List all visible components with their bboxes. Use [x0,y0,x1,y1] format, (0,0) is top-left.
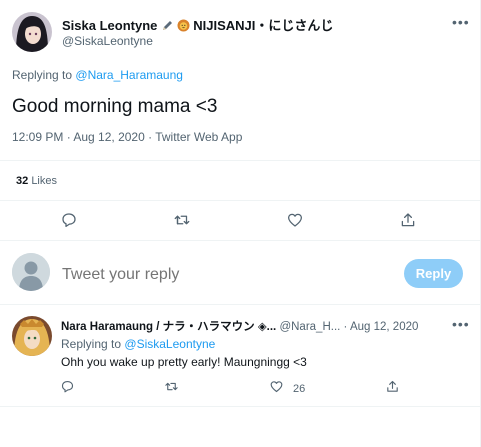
reply-icon[interactable] [60,379,75,394]
reply-input[interactable] [62,265,362,285]
replying-to-link[interactable]: @SiskaLeontyne [124,337,215,351]
replying-to: Replying to @Nara_Haramaung [12,68,183,82]
pen-icon [161,20,173,35]
display-name-text: Siska Leontyne [62,18,158,33]
divider [0,304,480,305]
handle[interactable]: @SiskaLeontyne [62,34,153,48]
display-name[interactable]: Siska Leontyne NIJISANJI・にじさんじ [62,15,333,35]
default-avatar-icon [12,253,50,291]
reply-header: Nara Haramaung / ナラ・ハラマウン ◈... @Nara_H..… [61,318,418,334]
more-horizontal-icon[interactable]: ••• [452,14,470,30]
like-icon[interactable] [286,211,304,229]
replying-to: Replying to @SiskaLeontyne [61,337,215,351]
lion-icon [177,19,190,35]
reply-handle[interactable]: @Nara_H... [279,321,340,333]
tweet-text: Good morning mama <3 [12,96,218,117]
tweet-timestamp[interactable]: 12:09 PM · Aug 12, 2020 · Twitter Web Ap… [12,130,242,144]
reply-icon[interactable] [60,211,78,229]
likes-label: Likes [31,175,57,187]
divider [0,240,480,241]
likes-number: 32 [16,175,29,187]
reply-text: Ohh you wake up pretty early! Maungningg… [61,355,307,369]
replying-prefix: Replying to [61,337,122,351]
more-horizontal-icon[interactable]: ••• [452,316,470,332]
separator: · [343,321,348,333]
like-count: 26 [293,383,306,395]
divider [0,200,480,201]
reply-date[interactable]: Aug 12, 2020 [350,321,418,333]
likes-count[interactable]: 32 Likes [16,175,57,187]
reply-display-name[interactable]: Nara Haramaung / ナラ・ハラマウン ◈... [61,321,276,333]
retweet-icon[interactable] [173,211,191,229]
replying-to-link[interactable]: @Nara_Haramaung [75,68,183,82]
divider [0,160,480,161]
like-icon[interactable] [269,379,284,394]
avatar[interactable] [12,316,52,356]
replying-prefix: Replying to [12,68,73,82]
retweet-icon[interactable] [164,379,179,394]
avatar[interactable] [12,12,52,52]
affiliation-text: NIJISANJI・にじさんじ [193,18,334,33]
share-icon[interactable] [399,211,417,229]
reply-button[interactable]: Reply [404,259,463,288]
share-icon[interactable] [385,379,400,394]
divider [0,406,480,407]
